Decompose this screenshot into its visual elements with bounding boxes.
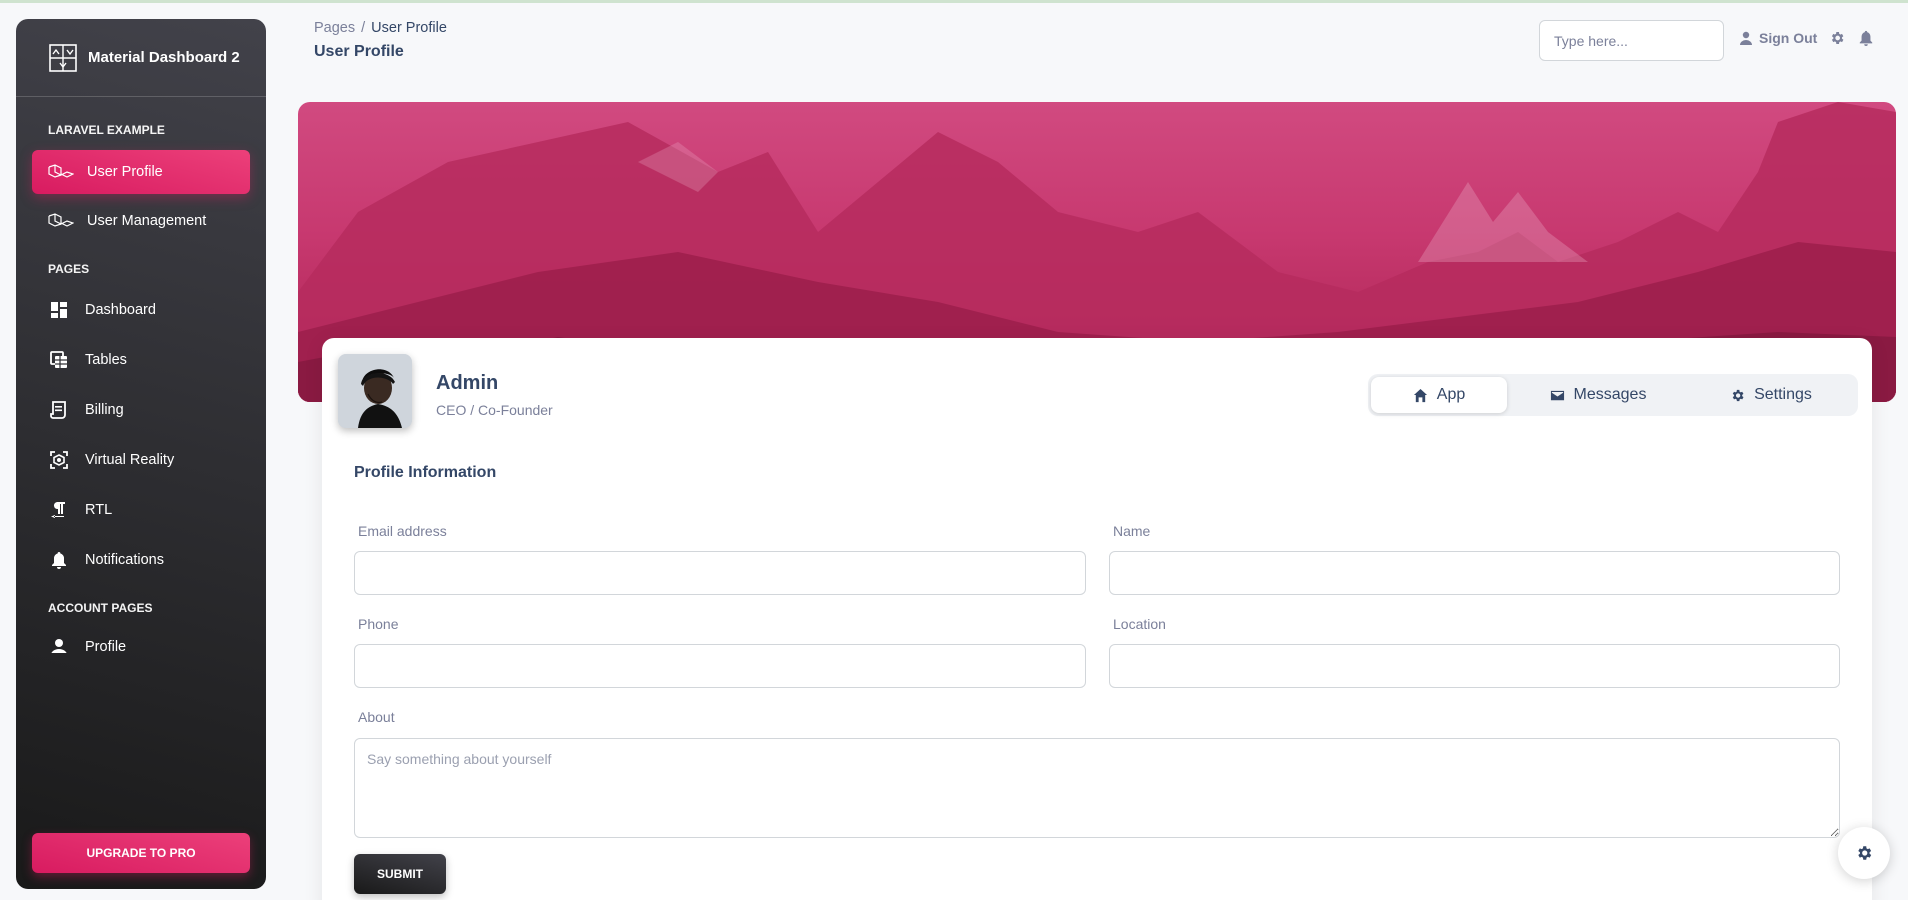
name-label: Name xyxy=(1113,523,1151,539)
sidebar-item-notifications[interactable]: Notifications xyxy=(32,538,250,582)
phone-label: Phone xyxy=(358,616,399,632)
breadcrumb-pages-link[interactable]: Pages xyxy=(314,20,355,36)
person-icon xyxy=(47,638,71,653)
about-textarea[interactable] xyxy=(354,738,1840,838)
phone-field[interactable] xyxy=(354,644,1086,688)
sidebar-item-profile[interactable]: Profile xyxy=(32,637,250,653)
profile-information-title: Profile Information xyxy=(354,464,497,481)
configurator-button[interactable] xyxy=(1838,827,1890,879)
profile-tabs: App Messages Settings xyxy=(1368,374,1858,416)
about-label: About xyxy=(358,709,395,725)
settings-gear-icon[interactable] xyxy=(1829,30,1845,46)
sidebar-item-dashboard[interactable]: Dashboard xyxy=(32,288,250,332)
name-field[interactable] xyxy=(1109,551,1840,595)
sidebar-item-user-management[interactable]: User Management xyxy=(32,199,250,243)
sidebar-item-virtual-reality[interactable]: Virtual Reality xyxy=(32,438,250,482)
view-in-ar-icon xyxy=(47,451,71,469)
bell-icon[interactable] xyxy=(1858,30,1874,46)
section-account-pages: ACCOUNT PAGES xyxy=(48,601,153,615)
gear-icon xyxy=(1732,389,1744,401)
sidebar: Material Dashboard 2 LARAVEL EXAMPLE Use… xyxy=(16,19,266,889)
upgrade-to-pro-button[interactable]: UPGRADE TO PRO xyxy=(32,833,250,873)
breadcrumb: Pages / User Profile xyxy=(314,20,447,36)
tab-label: Messages xyxy=(1573,386,1647,403)
email-field[interactable] xyxy=(354,551,1086,595)
sign-out-label: Sign Out xyxy=(1759,30,1818,46)
sidebar-item-rtl[interactable]: RTL xyxy=(32,488,250,532)
receipt-icon xyxy=(47,401,71,419)
sidebar-item-label: RTL xyxy=(85,502,113,518)
section-laravel-example: LARAVEL EXAMPLE xyxy=(48,123,165,137)
sidebar-item-label: Virtual Reality xyxy=(85,452,175,468)
laravel-icon xyxy=(47,212,75,230)
sidebar-item-billing[interactable]: Billing xyxy=(32,388,250,432)
section-pages: PAGES xyxy=(48,262,90,276)
profile-card: Admin CEO / Co-Founder App Messages Sett… xyxy=(322,338,1872,900)
tab-label: App xyxy=(1436,386,1466,403)
bell-icon xyxy=(47,551,71,569)
sidebar-item-label: Notifications xyxy=(85,552,164,568)
tab-settings[interactable]: Settings xyxy=(1687,377,1855,413)
location-label: Location xyxy=(1113,616,1166,632)
tab-app[interactable]: App xyxy=(1371,377,1507,413)
top-border xyxy=(0,0,1908,3)
avatar xyxy=(338,354,412,428)
sidebar-item-label: Dashboard xyxy=(85,302,156,318)
dashboard-icon xyxy=(47,301,71,319)
profile-role: CEO / Co-Founder xyxy=(436,402,553,418)
brand[interactable]: Material Dashboard 2 xyxy=(16,19,266,97)
sidebar-item-label: User Profile xyxy=(87,164,163,180)
page-title: User Profile xyxy=(314,43,404,60)
user-icon xyxy=(1740,31,1752,45)
laravel-icon xyxy=(47,163,75,181)
format-textdirection-icon xyxy=(47,501,71,519)
sign-out-button[interactable]: Sign Out xyxy=(1739,30,1817,46)
sidebar-item-tables[interactable]: Tables xyxy=(32,338,250,382)
profile-name: Admin xyxy=(436,372,499,394)
sidebar-item-label: Tables xyxy=(85,352,127,368)
sidebar-item-user-profile[interactable]: User Profile xyxy=(32,150,250,194)
sidebar-scroll-clip: Profile xyxy=(16,637,266,653)
breadcrumb-current: User Profile xyxy=(371,20,447,36)
email-label: Email address xyxy=(358,523,447,539)
submit-button[interactable]: SUBMIT xyxy=(354,854,446,894)
location-field[interactable] xyxy=(1109,644,1840,688)
sidebar-item-label: Billing xyxy=(85,402,124,418)
home-icon xyxy=(1413,388,1427,402)
email-icon xyxy=(1550,390,1564,400)
tab-label: Settings xyxy=(1754,386,1812,403)
table-icon xyxy=(47,351,71,369)
gear-icon xyxy=(1858,846,1872,860)
sidebar-item-label: Profile xyxy=(85,639,127,653)
tab-messages[interactable]: Messages xyxy=(1509,377,1687,413)
brand-name: Material Dashboard 2 xyxy=(88,49,240,66)
brand-logo-icon xyxy=(49,43,77,72)
breadcrumb-separator: / xyxy=(361,20,366,36)
sidebar-item-label: User Management xyxy=(87,213,207,229)
search-input[interactable] xyxy=(1539,20,1724,61)
